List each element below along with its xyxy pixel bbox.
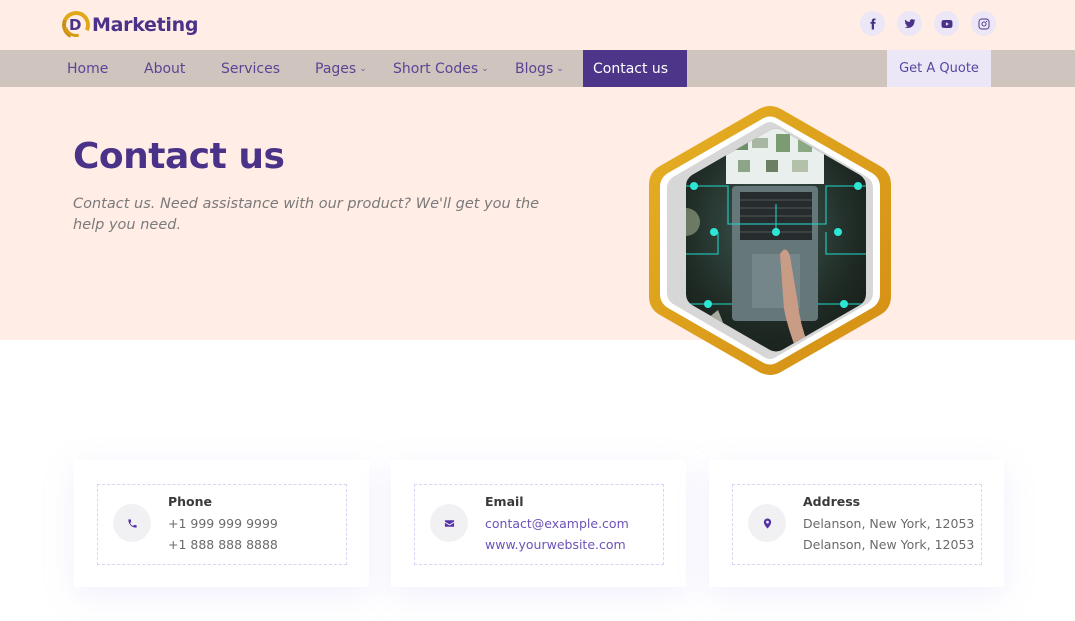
nav-label: Home — [67, 60, 109, 77]
facebook-icon — [870, 18, 876, 29]
get-quote-button[interactable]: Get A Quote — [887, 50, 991, 87]
contact-card-address: Address Delanson, New York, 12053 Delans… — [709, 460, 1004, 587]
phone-number: +1 888 888 8888 — [168, 537, 278, 552]
twitter-icon — [904, 18, 915, 28]
map-pin-icon — [763, 517, 771, 529]
envelope-icon — [444, 519, 454, 527]
card-text: Email contact@example.com www.yourwebsit… — [485, 493, 629, 555]
card-text: Phone +1 999 999 9999 +1 888 888 8888 — [168, 493, 278, 555]
nav-home[interactable]: Home — [67, 50, 108, 87]
nav-label: Pages — [315, 60, 357, 77]
hexagon-frame — [649, 106, 891, 375]
address-line: Delanson, New York, 12053 — [803, 537, 975, 552]
social-links — [860, 11, 996, 36]
phone-icon — [127, 518, 137, 528]
map-pin-icon-badge — [748, 504, 786, 542]
facebook-link[interactable] — [860, 11, 885, 36]
nav-contact-us[interactable]: Contact us — [583, 50, 688, 87]
email-link[interactable]: contact@example.com — [485, 513, 629, 534]
chevron-down-icon: ⌄ — [556, 63, 564, 74]
nav-pages[interactable]: Pages ⌄ — [315, 50, 367, 87]
card-title: Email — [485, 494, 524, 509]
card-title: Phone — [168, 494, 213, 509]
youtube-icon — [941, 19, 952, 28]
chevron-down-icon: ⌄ — [481, 63, 489, 74]
top-bar: D Marketing — [0, 0, 1075, 50]
nav-services[interactable]: Services — [221, 50, 280, 87]
youtube-link[interactable] — [934, 11, 959, 36]
nav-label: Short Codes — [393, 60, 479, 77]
contact-card-email: Email contact@example.com www.yourwebsit… — [391, 460, 686, 587]
envelope-icon-badge — [430, 504, 468, 542]
instagram-icon — [978, 18, 989, 29]
brand-name: Marketing — [92, 10, 205, 36]
logo-mark-icon: D — [58, 7, 94, 43]
logo-letter: D — [69, 16, 82, 34]
brand-logo[interactable]: D Marketing — [58, 7, 205, 43]
instagram-link[interactable] — [971, 11, 996, 36]
address-line: Delanson, New York, 12053 — [803, 516, 975, 531]
nav-blogs[interactable]: Blogs ⌄ — [515, 50, 564, 87]
nav-label: Services — [221, 60, 281, 77]
phone-number: +1 999 999 9999 — [168, 516, 278, 531]
card-title: Address — [803, 494, 861, 509]
nav-about[interactable]: About — [144, 50, 185, 87]
phone-icon-badge — [113, 504, 151, 542]
card-text: Address Delanson, New York, 12053 Delans… — [803, 493, 974, 555]
nav-label: About — [144, 60, 186, 77]
nav-short-codes[interactable]: Short Codes ⌄ — [393, 50, 489, 87]
card-inner: Address Delanson, New York, 12053 Delans… — [732, 484, 982, 565]
nav-label: Blogs — [515, 60, 554, 77]
hero-subtitle: Contact us. Need assistance with our pro… — [73, 196, 540, 233]
hero-image — [648, 104, 892, 377]
twitter-link[interactable] — [897, 11, 922, 36]
card-inner: Email contact@example.com www.yourwebsit… — [414, 484, 664, 565]
page-title: Contact us — [73, 136, 285, 177]
nav-label: Contact us — [593, 60, 669, 77]
website-link[interactable]: www.yourwebsite.com — [485, 534, 629, 555]
chevron-down-icon: ⌄ — [359, 63, 367, 74]
card-inner: Phone +1 999 999 9999 +1 888 888 8888 — [97, 484, 347, 565]
contact-card-phone: Phone +1 999 999 9999 +1 888 888 8888 — [74, 460, 369, 587]
